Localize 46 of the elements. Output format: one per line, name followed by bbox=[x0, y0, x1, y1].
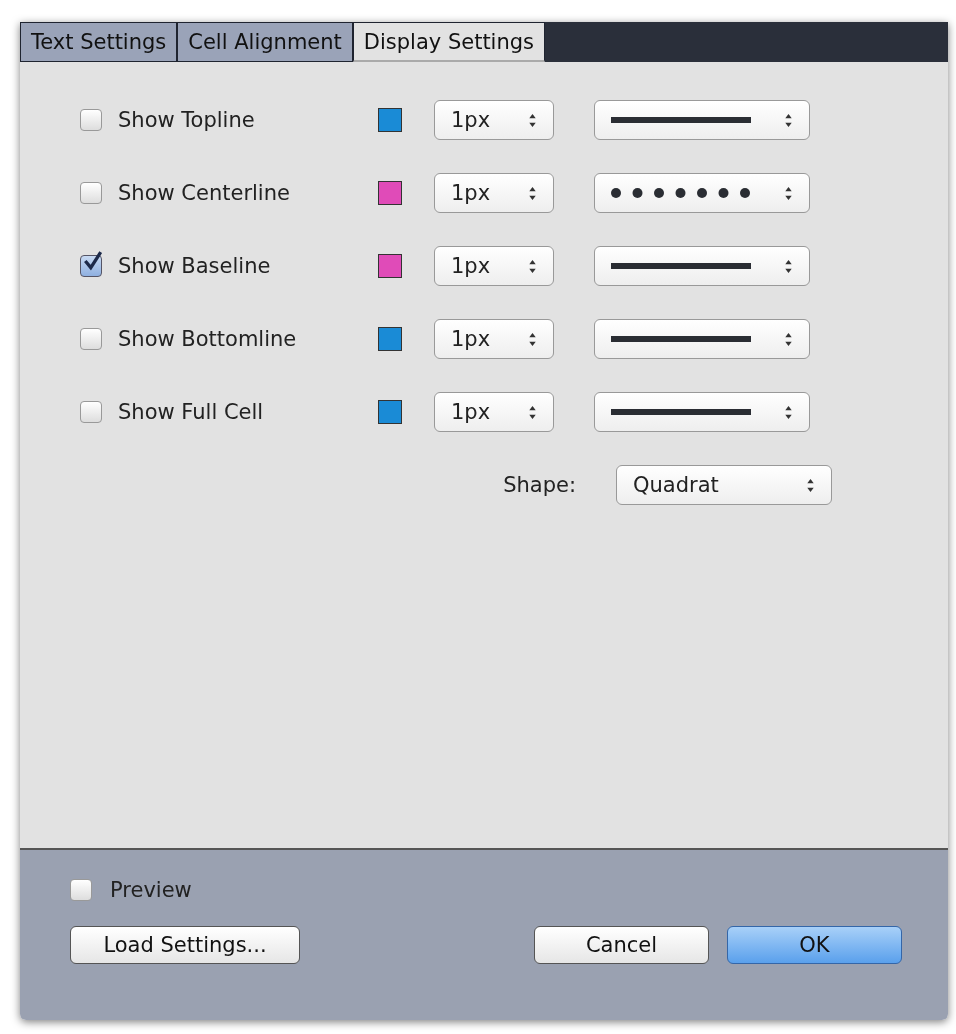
stepper-arrows-icon bbox=[784, 112, 793, 128]
color-swatch[interactable] bbox=[378, 400, 402, 424]
stepper-arrows-icon bbox=[784, 404, 793, 420]
shape-select[interactable]: Quadrat bbox=[616, 465, 832, 505]
width-select[interactable]: 1px bbox=[434, 173, 554, 213]
width-select[interactable]: 1px bbox=[434, 100, 554, 140]
line-style-select[interactable] bbox=[594, 100, 810, 140]
line-style-select[interactable] bbox=[594, 246, 810, 286]
button[interactable]: Load Settings... bbox=[70, 926, 300, 964]
stepper-arrows-icon bbox=[528, 404, 537, 420]
checkbox[interactable] bbox=[80, 401, 102, 423]
checkbox-label: Show Baseline bbox=[118, 254, 272, 278]
width-select[interactable]: 1px bbox=[434, 319, 554, 359]
checkbox-label: Show Full Cell bbox=[118, 400, 265, 424]
stepper-arrows-icon bbox=[528, 185, 537, 201]
stepper-arrows-icon bbox=[528, 258, 537, 274]
checkbox[interactable] bbox=[80, 182, 102, 204]
color-swatch[interactable] bbox=[378, 327, 402, 351]
shape-label: Shape: bbox=[503, 473, 576, 497]
width-select[interactable]: 1px bbox=[434, 246, 554, 286]
color-swatch[interactable] bbox=[378, 108, 402, 132]
stepper-arrows-icon bbox=[806, 477, 815, 493]
tab[interactable]: Text Settings bbox=[20, 22, 178, 62]
checkbox[interactable] bbox=[70, 879, 92, 901]
line-style-select[interactable] bbox=[594, 319, 810, 359]
width-select[interactable]: 1px bbox=[434, 392, 554, 432]
stepper-arrows-icon bbox=[784, 185, 793, 201]
checkbox[interactable] bbox=[80, 328, 102, 350]
checkbox-label: Show Centerline bbox=[118, 181, 291, 205]
color-swatch[interactable] bbox=[378, 254, 402, 278]
button[interactable]: Cancel bbox=[534, 926, 709, 964]
ok-button[interactable]: OK bbox=[727, 926, 902, 964]
stepper-arrows-icon bbox=[784, 331, 793, 347]
checkbox-label: Show Bottomline bbox=[118, 327, 298, 351]
line-style-select[interactable] bbox=[594, 173, 810, 213]
line-style-select[interactable] bbox=[594, 392, 810, 432]
stepper-arrows-icon bbox=[784, 258, 793, 274]
color-swatch[interactable] bbox=[378, 181, 402, 205]
tab[interactable]: Cell Alignment bbox=[177, 22, 353, 62]
checkbox-label: Show Topline bbox=[118, 108, 256, 132]
stepper-arrows-icon bbox=[528, 331, 537, 347]
checkbox[interactable] bbox=[80, 109, 102, 131]
stepper-arrows-icon bbox=[528, 112, 537, 128]
tab[interactable]: Display Settings bbox=[352, 22, 546, 62]
checkmark-icon bbox=[82, 250, 104, 272]
checkbox-label: Preview bbox=[110, 878, 192, 902]
